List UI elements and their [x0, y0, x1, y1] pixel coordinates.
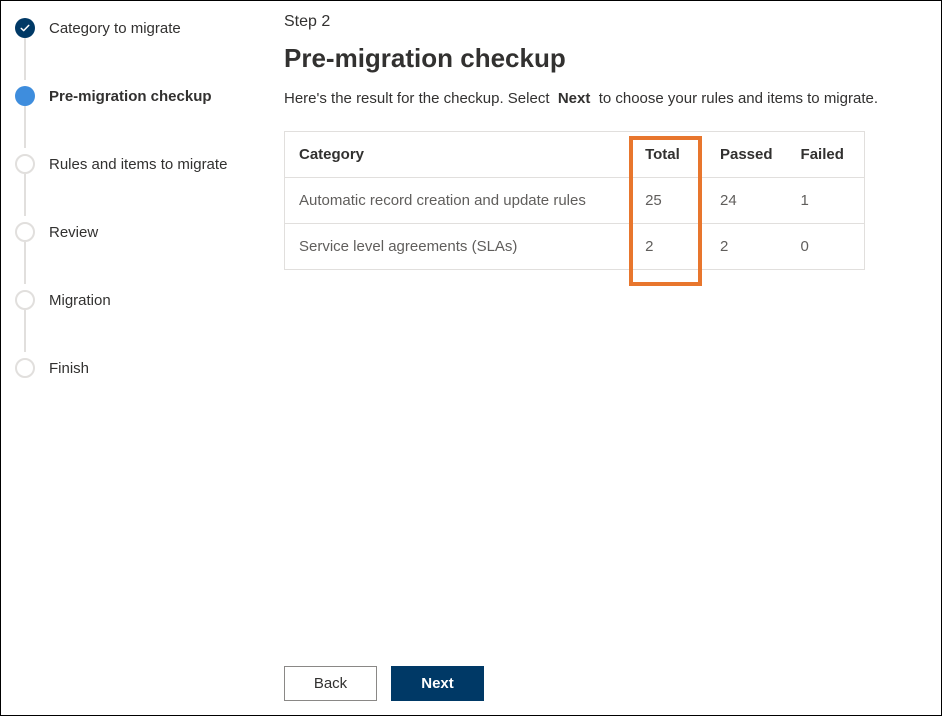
cell-category: Automatic record creation and update rul…: [285, 178, 632, 224]
step-label: Migration: [49, 292, 111, 309]
step-connector: [24, 310, 26, 352]
next-button[interactable]: Next: [391, 666, 484, 701]
pending-step-icon: [15, 290, 35, 310]
step-label: Review: [49, 224, 98, 241]
cell-passed: 24: [706, 178, 787, 224]
col-header-category: Category: [285, 132, 632, 178]
cell-passed: 2: [706, 224, 787, 270]
current-step-icon: [15, 86, 35, 106]
wizard-stepper: Category to migrate Pre-migration checku…: [1, 1, 266, 715]
page-title: Pre-migration checkup: [284, 43, 926, 74]
step-connector: [24, 174, 26, 216]
step-label: Pre-migration checkup: [49, 88, 212, 105]
pending-step-icon: [15, 154, 35, 174]
back-button[interactable]: Back: [284, 666, 377, 701]
step-rules-and-items[interactable]: Rules and items to migrate: [15, 147, 266, 181]
table-row[interactable]: Automatic record creation and update rul…: [285, 178, 865, 224]
page-description: Here's the result for the checkup. Selec…: [284, 88, 926, 109]
step-indicator: Step 2: [284, 13, 926, 31]
step-review[interactable]: Review: [15, 215, 266, 249]
pending-step-icon: [15, 222, 35, 242]
step-finish[interactable]: Finish: [15, 351, 266, 385]
desc-pre: Here's the result for the checkup. Selec…: [284, 90, 554, 107]
step-label: Category to migrate: [49, 20, 181, 37]
desc-keyword: Next: [558, 90, 591, 107]
desc-post: to choose your rules and items to migrat…: [595, 90, 878, 107]
step-connector: [24, 106, 26, 148]
pending-step-icon: [15, 358, 35, 378]
col-header-total: Total: [631, 132, 706, 178]
cell-total: 25: [631, 178, 706, 224]
step-category-to-migrate[interactable]: Category to migrate: [15, 11, 266, 45]
wizard-footer: Back Next: [284, 666, 926, 701]
checkup-table: Category Total Passed Failed Automatic r…: [284, 131, 865, 270]
cell-category: Service level agreements (SLAs): [285, 224, 632, 270]
table-header-row: Category Total Passed Failed: [285, 132, 865, 178]
step-pre-migration-checkup[interactable]: Pre-migration checkup: [15, 79, 266, 113]
col-header-passed: Passed: [706, 132, 787, 178]
cell-total: 2: [631, 224, 706, 270]
col-header-failed: Failed: [787, 132, 865, 178]
checkup-table-wrap: Category Total Passed Failed Automatic r…: [284, 131, 926, 270]
step-migration[interactable]: Migration: [15, 283, 266, 317]
step-label: Rules and items to migrate: [49, 156, 227, 173]
step-connector: [24, 38, 26, 80]
table-row[interactable]: Service level agreements (SLAs) 2 2 0: [285, 224, 865, 270]
cell-failed: 0: [787, 224, 865, 270]
checkmark-icon: [15, 18, 35, 38]
step-connector: [24, 242, 26, 284]
cell-failed: 1: [787, 178, 865, 224]
main-panel: Step 2 Pre-migration checkup Here's the …: [266, 1, 941, 715]
step-label: Finish: [49, 360, 89, 377]
